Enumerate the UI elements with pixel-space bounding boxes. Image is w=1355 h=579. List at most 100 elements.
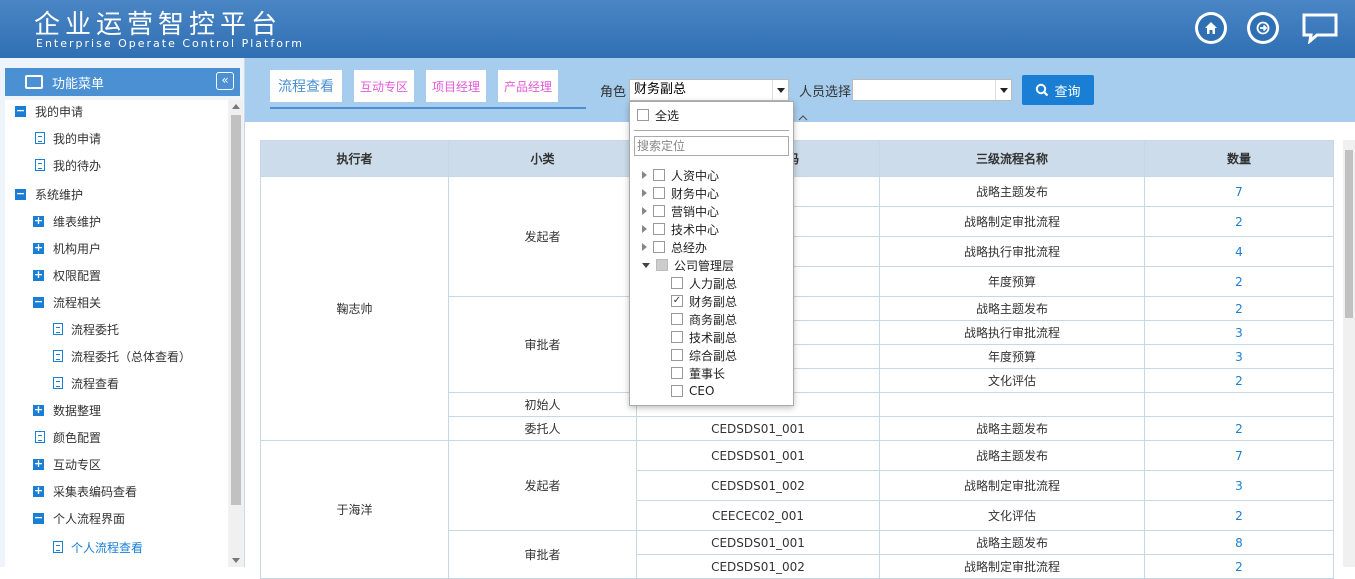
- dropdown-option[interactable]: 董事长: [671, 364, 725, 382]
- dropdown-option[interactable]: ✓ 财务副总: [671, 292, 737, 310]
- table-scrollbar[interactable]: [1343, 140, 1355, 567]
- quantity-cell[interactable]: 3: [1144, 470, 1334, 501]
- checkbox[interactable]: [671, 349, 683, 361]
- sidebar-group-data[interactable]: + 数据整理: [33, 399, 101, 421]
- col-quantity[interactable]: 数量: [1144, 140, 1334, 177]
- dropdown-group[interactable]: 总经办: [642, 238, 707, 256]
- menu-title: 功能菜单: [52, 76, 105, 92]
- checkbox[interactable]: [653, 205, 665, 217]
- quantity-cell[interactable]: 3: [1144, 320, 1334, 345]
- scrollbar-thumb[interactable]: [1345, 150, 1353, 318]
- monitor-icon: [25, 75, 43, 89]
- sidebar-group-org-users[interactable]: + 机构用户: [33, 237, 101, 259]
- table-row[interactable]: 于海洋 发起者 CEDSDS01_001 战略主题发布 7: [260, 440, 1334, 579]
- dropdown-option[interactable]: 技术副总: [671, 328, 737, 346]
- sidebar-group-system[interactable]: − 系统维护: [15, 183, 83, 205]
- collapsed-icon[interactable]: [642, 189, 647, 197]
- quantity-cell[interactable]: 3: [1144, 344, 1334, 369]
- quantity-cell[interactable]: 2: [1144, 416, 1334, 441]
- dropdown-option[interactable]: CEO: [671, 382, 714, 400]
- home-button[interactable]: [1195, 12, 1227, 44]
- logout-button[interactable]: [1247, 12, 1279, 44]
- checkbox[interactable]: [671, 277, 683, 289]
- chat-button[interactable]: [1301, 12, 1339, 45]
- dropdown-group[interactable]: 营销中心: [642, 202, 719, 220]
- checkbox-checked[interactable]: ✓: [671, 295, 683, 307]
- expand-icon: +: [33, 402, 44, 416]
- quantity-cell[interactable]: 2: [1144, 500, 1334, 531]
- expanded-icon[interactable]: [642, 262, 650, 268]
- dropdown-group[interactable]: 财务中心: [642, 184, 719, 202]
- sidebar-item-process-view[interactable]: 流程查看: [53, 372, 119, 394]
- col-executor[interactable]: 执行者: [260, 140, 449, 177]
- quantity-cell[interactable]: [1144, 392, 1334, 417]
- dropdown-option[interactable]: 商务副总: [671, 310, 737, 328]
- sidebar-item-delegation[interactable]: 流程委托: [53, 318, 119, 340]
- name-cell: 战略主题发布: [879, 440, 1145, 471]
- dropdown-option[interactable]: 人力副总: [671, 274, 737, 292]
- query-button[interactable]: 查询: [1022, 75, 1094, 105]
- tab-process-view[interactable]: 流程查看: [270, 70, 342, 102]
- tab-interaction[interactable]: 互动专区: [354, 70, 414, 102]
- checkbox[interactable]: [653, 241, 665, 253]
- checkbox[interactable]: [637, 109, 649, 121]
- checkbox[interactable]: [671, 331, 683, 343]
- quantity-cell[interactable]: 4: [1144, 236, 1334, 267]
- sidebar-scrollbar[interactable]: [229, 100, 243, 567]
- checkbox[interactable]: [671, 385, 683, 397]
- sidebar-item-my-todo[interactable]: 我的待办: [35, 154, 101, 176]
- group-company-management[interactable]: 公司管理层: [642, 256, 734, 274]
- collapsed-icon[interactable]: [642, 243, 647, 251]
- quantity-cell[interactable]: 8: [1144, 530, 1334, 555]
- checkbox[interactable]: [671, 313, 683, 325]
- dropdown-group[interactable]: 人资中心: [642, 166, 719, 184]
- scroll-down-icon[interactable]: [232, 558, 240, 563]
- quantity-cell[interactable]: 7: [1144, 176, 1334, 207]
- sidebar-item-personal-process-view[interactable]: 个人流程查看: [15, 536, 228, 558]
- table-row[interactable]: 鞠志帅发起者01战略主题发布7: [260, 176, 1334, 441]
- collapse-icon: −: [33, 294, 44, 308]
- checkbox[interactable]: [653, 223, 665, 235]
- sidebar-group-my-requests[interactable]: − 我的申请: [15, 100, 83, 122]
- dropdown-group[interactable]: 技术中心: [642, 220, 719, 238]
- sidebar-group-dimension[interactable]: + 维表维护: [33, 210, 101, 232]
- sidebar-group-permissions[interactable]: + 权限配置: [33, 264, 101, 286]
- chevron-down-icon[interactable]: [772, 80, 788, 100]
- collapsed-icon[interactable]: [642, 171, 647, 179]
- select-all-option[interactable]: 全选: [637, 106, 679, 124]
- person-select[interactable]: [852, 79, 1012, 101]
- quantity-cell[interactable]: 2: [1144, 206, 1334, 237]
- chevron-down-icon[interactable]: [995, 80, 1011, 100]
- expand-icon: +: [33, 240, 44, 254]
- sidebar-group-process[interactable]: − 流程相关: [33, 291, 101, 313]
- col-process-name[interactable]: 三级流程名称: [879, 140, 1145, 177]
- quantity-cell[interactable]: 2: [1144, 266, 1334, 297]
- caret-up-icon: [798, 115, 808, 121]
- sidebar-item-my-requests[interactable]: 我的申请: [35, 127, 101, 149]
- sidebar-group-collection-codes[interactable]: + 采集表编码查看: [33, 480, 137, 502]
- scroll-up-icon[interactable]: [232, 104, 240, 109]
- checkbox[interactable]: [653, 187, 665, 199]
- name-cell: [879, 392, 1145, 417]
- tab-product-manager[interactable]: 产品经理: [498, 70, 558, 102]
- checkbox-partial[interactable]: [656, 259, 668, 271]
- dropdown-option[interactable]: 综合副总: [671, 346, 737, 364]
- sidebar-item-delegation-overall[interactable]: 流程委托（总体查看）: [53, 345, 191, 367]
- sidebar-group-personal-process[interactable]: − 个人流程界面: [33, 507, 125, 529]
- sidebar-group-interaction[interactable]: + 互动专区: [33, 453, 101, 475]
- document-icon: [53, 541, 63, 553]
- collapsed-icon[interactable]: [642, 207, 647, 215]
- quantity-cell[interactable]: 2: [1144, 368, 1334, 393]
- dropdown-search-input[interactable]: 搜索定位: [634, 136, 789, 156]
- col-subcategory[interactable]: 小类: [448, 140, 637, 177]
- role-select[interactable]: 财务副总: [629, 79, 789, 101]
- scrollbar-thumb[interactable]: [231, 115, 241, 505]
- checkbox[interactable]: [671, 367, 683, 379]
- tab-project-manager[interactable]: 项目经理: [426, 70, 486, 102]
- sidebar-item-color-config[interactable]: 颜色配置: [35, 426, 101, 448]
- checkbox[interactable]: [653, 169, 665, 181]
- collapsed-icon[interactable]: [642, 225, 647, 233]
- quantity-cell[interactable]: 7: [1144, 440, 1334, 471]
- quantity-cell[interactable]: 2: [1144, 296, 1334, 321]
- collapse-sidebar-button[interactable]: «: [216, 72, 234, 90]
